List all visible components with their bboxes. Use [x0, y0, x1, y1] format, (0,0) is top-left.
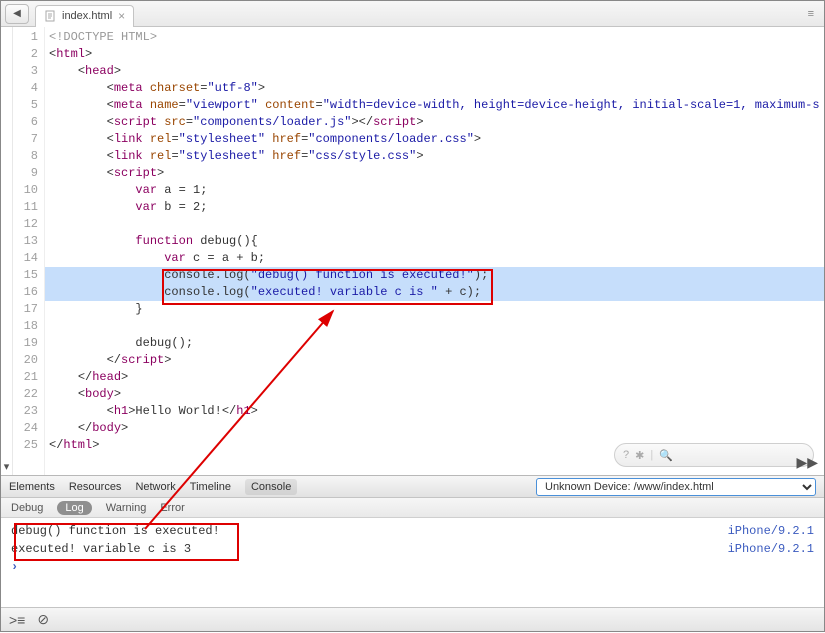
editor-left-gutter: ▾ [1, 27, 13, 475]
close-icon[interactable]: × [118, 9, 125, 23]
console-source[interactable]: iPhone/9.2.1 [728, 542, 814, 556]
status-bar: >≡ ⊘ [1, 607, 824, 631]
file-icon [44, 10, 56, 22]
console-filter-bar: Debug Log Warning Error [1, 498, 824, 518]
devtab-console[interactable]: Console [245, 479, 297, 495]
console-row: debug() function is executed! iPhone/9.2… [11, 522, 814, 540]
filter-error[interactable]: Error [160, 502, 184, 514]
devtools-panel: Elements Resources Network Timeline Cons… [1, 475, 824, 578]
tab-filename: index.html [62, 10, 112, 22]
console-row: executed! variable c is 3 iPhone/9.2.1 [11, 540, 814, 558]
console-prompt[interactable]: › [11, 560, 814, 574]
code-editor[interactable]: 1234567891011121314151617181920212223242… [13, 27, 824, 475]
devtab-network[interactable]: Network [135, 481, 175, 493]
gear-icon[interactable]: ✱ [635, 449, 644, 462]
filter-debug[interactable]: Debug [11, 502, 43, 514]
editor-search[interactable]: ? ✱ | 🔍 [614, 443, 814, 467]
console-message: debug() function is executed! [11, 524, 220, 538]
scroll-right-icon[interactable]: ▶▶ [796, 454, 818, 471]
line-numbers: 1234567891011121314151617181920212223242… [13, 27, 45, 475]
toggle-console-icon[interactable]: >≡ [9, 612, 25, 628]
devtab-resources[interactable]: Resources [69, 481, 122, 493]
console-output: debug() function is executed! iPhone/9.2… [1, 518, 824, 578]
menu-icon[interactable]: ≡ [808, 8, 814, 20]
devtab-elements[interactable]: Elements [9, 481, 55, 493]
toolbar-right: ≡ [808, 8, 820, 20]
search-icon: 🔍 [659, 449, 673, 462]
editor-area: ▾ 12345678910111213141516171819202122232… [1, 27, 824, 475]
filter-log[interactable]: Log [57, 501, 91, 515]
devtab-timeline[interactable]: Timeline [190, 481, 231, 493]
filter-warning[interactable]: Warning [106, 502, 147, 514]
console-message: executed! variable c is 3 [11, 542, 191, 556]
expand-icon[interactable]: ▾ [4, 460, 10, 473]
editor-tab[interactable]: index.html × [35, 5, 134, 27]
device-select[interactable]: Unknown Device: /www/index.html [536, 478, 816, 496]
devtools-tabs: Elements Resources Network Timeline Cons… [1, 476, 824, 498]
top-toolbar: ◀ index.html × ≡ [1, 1, 824, 27]
console-source[interactable]: iPhone/9.2.1 [728, 524, 814, 538]
nav-back-button[interactable]: ◀ [5, 4, 29, 24]
device-selector[interactable]: Unknown Device: /www/index.html [536, 478, 816, 496]
clear-icon[interactable]: ⊘ [37, 611, 49, 628]
help-icon[interactable]: ? [623, 449, 629, 461]
code-content[interactable]: <!DOCTYPE HTML><html> <head> <meta chars… [45, 27, 824, 475]
